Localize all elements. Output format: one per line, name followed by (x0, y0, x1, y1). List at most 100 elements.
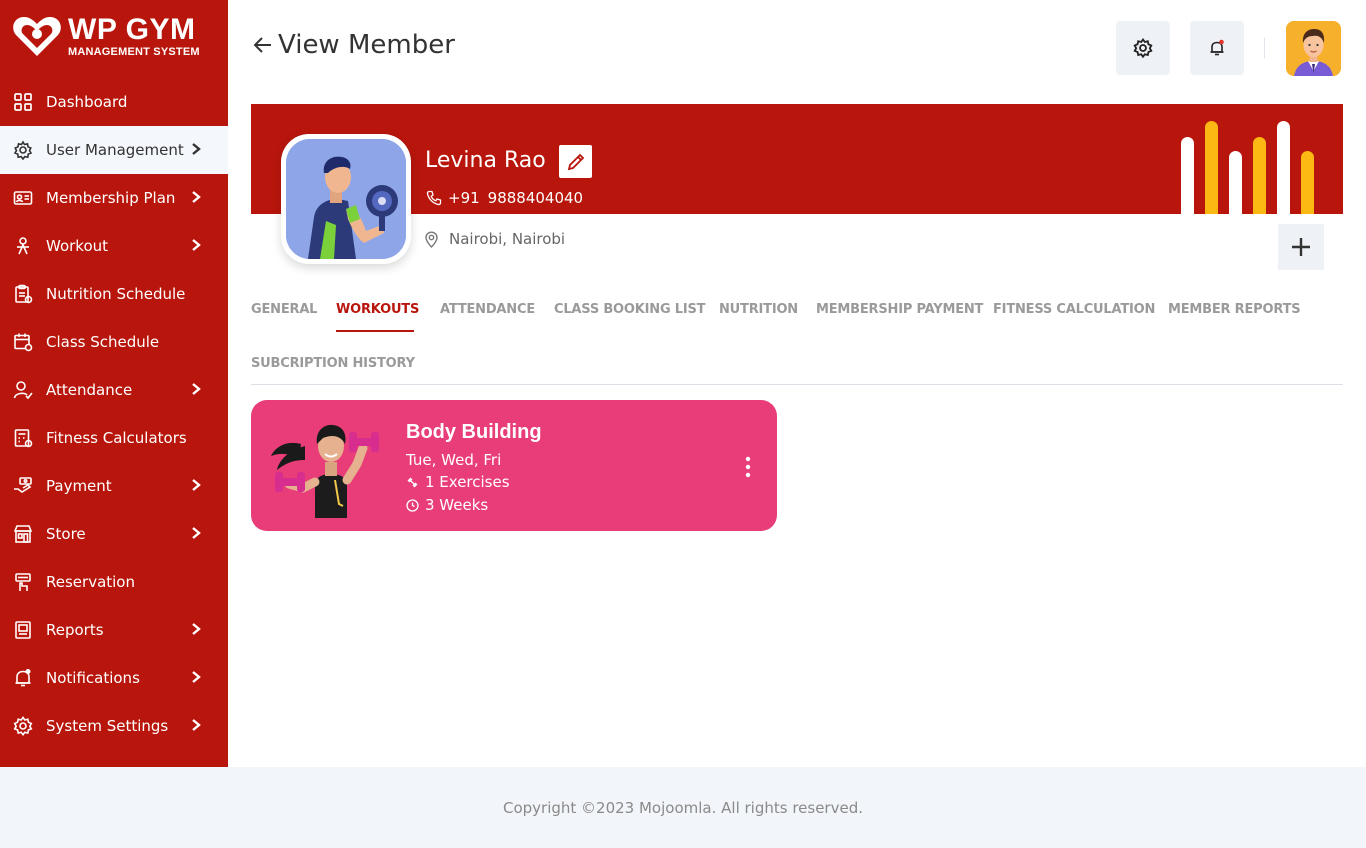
tab-general[interactable]: GENERAL (251, 302, 317, 317)
sidebar-item-label: User Management (46, 141, 184, 159)
phone-number: 9888404040 (487, 189, 584, 207)
tab-subcription-history[interactable]: SUBCRIPTION HISTORY (251, 356, 415, 371)
sidebar-item-system-settings[interactable]: System Settings (0, 702, 228, 750)
sidebar-item-dashboard[interactable]: Dashboard (0, 78, 228, 126)
tab-fitness-calculation[interactable]: FITNESS CALCULATION (993, 302, 1155, 317)
tab-class-booking-list[interactable]: CLASS BOOKING LIST (554, 302, 706, 317)
chevron-right-icon (192, 527, 201, 539)
sidebar-item-label: Fitness Calculators (46, 429, 187, 447)
workout-duration: 3 Weeks (406, 496, 488, 514)
chevron-right-icon (192, 143, 201, 155)
heart-logo-icon (13, 17, 61, 56)
sidebar-item-membership-plan[interactable]: Membership Plan (0, 174, 228, 222)
bell-icon (12, 667, 34, 689)
sidebar-item-attendance[interactable]: Attendance (0, 366, 228, 414)
sidebar-item-label: Nutrition Schedule (46, 285, 186, 303)
sidebar-item-user-management[interactable]: User Management (0, 126, 228, 174)
sidebar-item-label: System Settings (46, 717, 169, 735)
clock-icon (406, 498, 419, 512)
sidebar-item-workout[interactable]: Workout (0, 222, 228, 270)
dashboard-icon (12, 91, 34, 113)
back-arrow-icon[interactable] (252, 34, 274, 56)
location-text: Nairobi, Nairobi (449, 230, 566, 248)
sidebar-item-class-schedule[interactable]: Class Schedule (0, 318, 228, 366)
duration-text: 3 Weeks (425, 496, 489, 514)
settings-button[interactable] (1116, 21, 1170, 75)
decorative-bars (1181, 121, 1314, 214)
location-pin-icon (425, 230, 438, 248)
copyright-text: Copyright ©2023 Mojoomla. All rights res… (502, 798, 863, 817)
sidebar-item-label: Reservation (46, 573, 135, 591)
gear-icon (1133, 37, 1153, 59)
member-photo (281, 134, 411, 264)
chevron-right-icon (192, 191, 201, 203)
header-divider (1264, 38, 1265, 58)
member-location: Nairobi, Nairobi (423, 230, 565, 248)
phone-country-code: +91 (448, 189, 480, 207)
sidebar: WP GYM MANAGEMENT SYSTEM Dashboard User … (0, 0, 228, 767)
sidebar-item-label: Class Schedule (46, 333, 160, 351)
sidebar-item-label: Dashboard (46, 93, 128, 111)
workout-icon (12, 235, 34, 257)
sidebar-item-notifications[interactable]: Notifications (0, 654, 228, 702)
member-phone: +91 9888404040 (426, 189, 583, 207)
sidebar-item-fitness-calculators[interactable]: Fitness Calculators (0, 414, 228, 462)
membership-card-icon (12, 187, 34, 209)
sidebar-item-label: Reports (46, 621, 104, 639)
chevron-right-icon (192, 239, 201, 251)
edit-member-button[interactable] (559, 145, 592, 178)
sidebar-nav: Dashboard User Management Membership Pla… (0, 78, 228, 750)
tab-attendance[interactable]: ATTENDANCE (440, 302, 535, 317)
workout-exercises: 1 Exercises (406, 473, 510, 491)
calendar-icon (12, 331, 34, 353)
tab-nutrition[interactable]: NUTRITION (719, 302, 798, 317)
tab-workouts[interactable]: WORKOUTS (336, 302, 419, 317)
sidebar-item-reports[interactable]: Reports (0, 606, 228, 654)
tabs-divider (251, 384, 1343, 385)
brand-title: WP GYM (68, 12, 196, 46)
workout-woman-illustration (271, 424, 379, 518)
brand-subtitle: MANAGEMENT SYSTEM (68, 45, 200, 58)
users-gear-icon (12, 139, 34, 161)
workout-card[interactable]: Body Building Tue, Wed, Fri 1 Exercises … (251, 400, 777, 531)
notifications-button[interactable] (1190, 21, 1244, 75)
more-options-icon[interactable] (738, 455, 758, 479)
tab-membership-payment[interactable]: MEMBERSHIP PAYMENT (816, 302, 983, 317)
sidebar-item-store[interactable]: Store (0, 510, 228, 558)
phone-icon (426, 190, 442, 206)
sidebar-item-label: Payment (46, 477, 112, 495)
brand-logo[interactable]: WP GYM MANAGEMENT SYSTEM (12, 14, 200, 58)
page-title: View Member (278, 30, 455, 60)
member-name: Levina Rao (425, 148, 546, 173)
gear-icon (12, 715, 34, 737)
payment-icon (12, 475, 34, 497)
plus-icon (1292, 238, 1310, 256)
sidebar-item-reservation[interactable]: Reservation (0, 558, 228, 606)
sidebar-item-label: Attendance (46, 381, 133, 399)
workout-days: Tue, Wed, Fri (406, 451, 502, 469)
page-header: View Member (252, 30, 455, 60)
chevron-right-icon (192, 671, 201, 683)
active-tab-indicator (336, 330, 414, 332)
member-avatar-illustration (286, 139, 406, 259)
store-icon (12, 523, 34, 545)
add-button[interactable] (1278, 224, 1324, 270)
pencil-icon (567, 153, 584, 170)
tab-member-reports[interactable]: MEMBER REPORTS (1168, 302, 1301, 317)
exercises-count: 1 Exercises (425, 473, 510, 491)
workout-title: Body Building (406, 421, 542, 443)
sidebar-item-label: Notifications (46, 669, 140, 687)
profile-banner (251, 104, 1343, 214)
user-avatar-icon (1286, 21, 1341, 76)
attendance-icon (12, 379, 34, 401)
reservation-icon (12, 571, 34, 593)
dumbbell-icon (407, 477, 418, 487)
app-root: WP GYM MANAGEMENT SYSTEM Dashboard User … (0, 0, 1366, 848)
user-avatar[interactable] (1286, 21, 1341, 76)
clipboard-icon (12, 283, 34, 305)
bell-icon (1210, 39, 1224, 56)
sidebar-item-label: Store (46, 525, 86, 543)
sidebar-item-nutrition-schedule[interactable]: Nutrition Schedule (0, 270, 228, 318)
chevron-right-icon (192, 623, 201, 635)
sidebar-item-payment[interactable]: Payment (0, 462, 228, 510)
